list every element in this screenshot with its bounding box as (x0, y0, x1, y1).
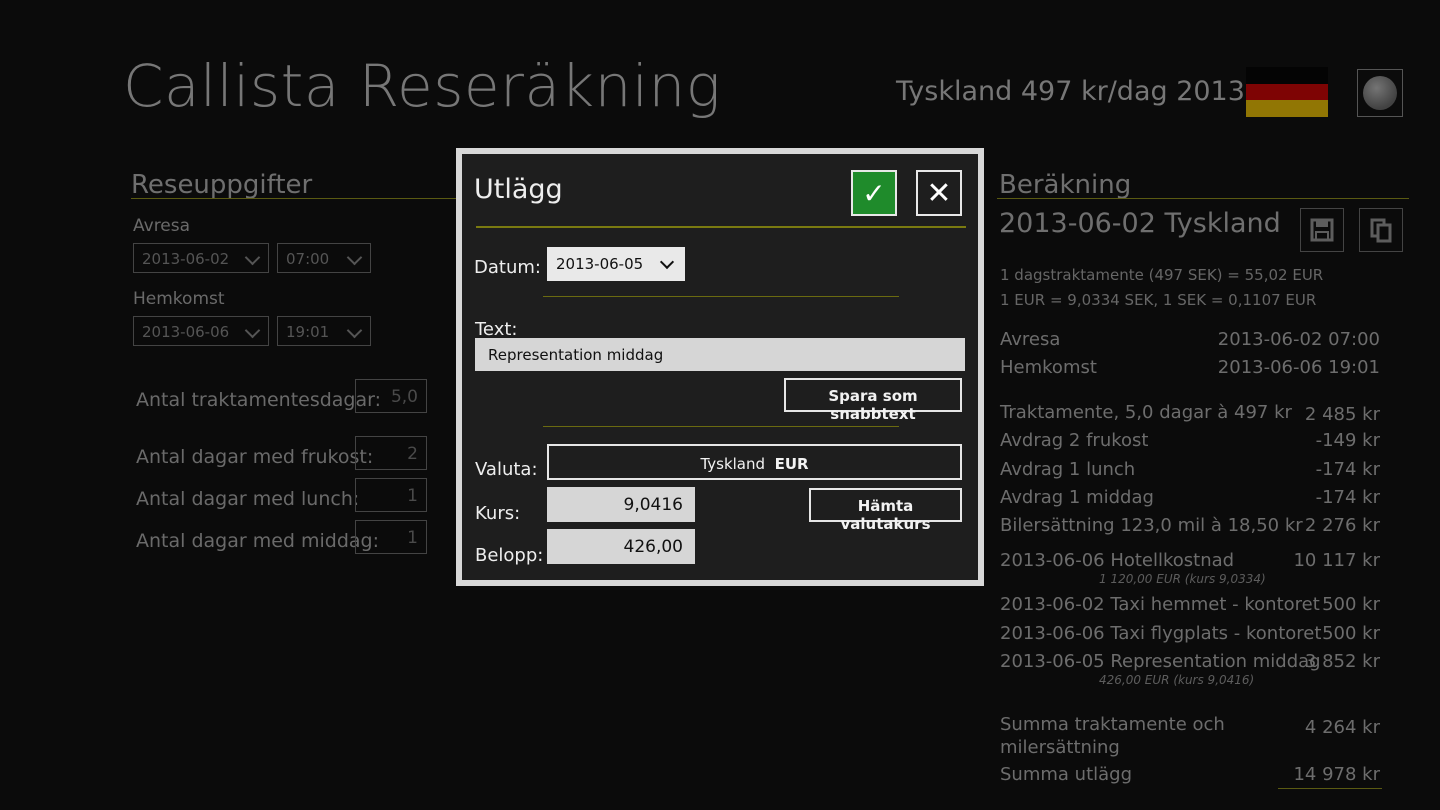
amount-input[interactable]: 426,00 (547, 529, 695, 564)
calc-row-value: -174 kr (1315, 459, 1380, 480)
calc-departure-label: Avresa (1000, 329, 1061, 350)
date-value: 2013-06-05 (556, 255, 644, 273)
copy-button[interactable] (1359, 208, 1403, 252)
expense-value: 10 117 kr (1293, 550, 1380, 571)
sum-allowance-value: 4 264 kr (1304, 717, 1380, 738)
chevron-down-icon (346, 322, 363, 339)
dialog-title: Utlägg (474, 174, 563, 205)
departure-time-value: 07:00 (286, 250, 330, 268)
calc-section-title: Beräkning (999, 170, 1132, 200)
calc-row-label: Avdrag 2 frukost (1000, 430, 1149, 451)
divider (543, 296, 899, 297)
return-date-value: 2013-06-06 (142, 323, 230, 341)
calc-section-rule (997, 198, 1409, 199)
text-label: Text: (475, 319, 518, 340)
sum-allowance-label-1: Summa traktamente och (1000, 714, 1225, 735)
chevron-down-icon (244, 322, 261, 339)
app-title: Callista Reseräkning (123, 52, 722, 120)
divider (543, 426, 899, 427)
departure-date-select[interactable]: 2013-06-02 (133, 243, 269, 273)
calc-return-value: 2013-06-06 19:01 (1217, 357, 1380, 378)
close-button[interactable]: ✕ (916, 170, 962, 216)
rate-input[interactable]: 9,0416 (547, 487, 695, 522)
sum-expenses-label: Summa utlägg (1000, 764, 1133, 785)
breakfast-days-field[interactable]: 2 (355, 436, 427, 470)
currency-select[interactable]: Tyskland EUR (547, 444, 962, 480)
return-date-select[interactable]: 2013-06-06 (133, 316, 269, 346)
sum-allowance-label-2: milersättning (1000, 737, 1120, 758)
checkmark-icon: ✓ (862, 176, 886, 210)
expense-label: 2013-06-06 Hotellkostnad (1000, 550, 1235, 571)
chevron-down-icon (659, 254, 675, 270)
germany-flag (1246, 67, 1328, 118)
sum-expenses-value: 14 978 kr (1293, 764, 1380, 785)
trip-section-rule (131, 198, 461, 199)
currency-label: Valuta: (475, 459, 538, 480)
lunch-days-label: Antal dagar med lunch: (136, 488, 360, 510)
dialog-title-rule (476, 226, 966, 228)
expense-value: 3 852 kr (1304, 651, 1380, 672)
calc-info-rate: 1 EUR = 9,0334 SEK, 1 SEK = 0,1107 EUR (1000, 291, 1317, 309)
calc-info-allowance: 1 dagstraktamente (497 SEK) = 55,02 EUR (1000, 266, 1324, 284)
expense-dialog: Utlägg ✓ ✕ Datum: 2013-06-05 Text: Repre… (456, 148, 984, 586)
lunch-days-field[interactable]: 1 (355, 478, 427, 512)
amount-label: Belopp: (475, 545, 544, 566)
save-snippet-button[interactable]: Spara som snabbtext (784, 378, 962, 423)
fetch-rate-button[interactable]: Hämta valutakurs (809, 488, 962, 533)
calc-row-label: Avdrag 1 lunch (1000, 459, 1136, 480)
departure-date-value: 2013-06-02 (142, 250, 230, 268)
calc-departure-value: 2013-06-02 07:00 (1217, 329, 1380, 350)
departure-label: Avresa (133, 216, 191, 236)
currency-code: EUR (774, 455, 809, 473)
date-select[interactable]: 2013-06-05 (547, 247, 685, 281)
close-icon: ✕ (926, 175, 952, 211)
breakfast-days-label: Antal dagar med frukost: (136, 446, 374, 468)
expense-label: 2013-06-02 Taxi hemmet - kontoret (1000, 594, 1320, 615)
country-rate-info: Tyskland 497 kr/dag 2013 (896, 76, 1245, 107)
dinner-days-label: Antal dagar med middag: (136, 530, 380, 552)
expense-note: 426,00 EUR (kurs 9,0416) (1099, 673, 1255, 687)
calc-row-label: Bilersättning 123,0 mil à 18,50 kr (1000, 515, 1303, 536)
currency-country: Tyskland (700, 455, 766, 473)
expense-note: 1 120,00 EUR (kurs 9,0334) (1099, 572, 1266, 586)
return-label: Hemkomst (133, 289, 225, 309)
save-button[interactable] (1300, 208, 1344, 252)
save-icon (1310, 218, 1334, 242)
allowance-days-field[interactable]: 5,0 (355, 379, 427, 413)
return-time-value: 19:01 (286, 323, 330, 341)
calc-return-label: Hemkomst (1000, 357, 1097, 378)
date-label: Datum: (474, 257, 541, 278)
calc-row-label: Avdrag 1 middag (1000, 487, 1154, 508)
trip-section-title: Reseuppgifter (131, 170, 313, 200)
copy-icon (1370, 218, 1392, 243)
chevron-down-icon (346, 249, 363, 266)
calc-row-value: -149 kr (1315, 430, 1380, 451)
calc-row-value: 2 276 kr (1304, 515, 1380, 536)
departure-time-select[interactable]: 07:00 (277, 243, 371, 273)
allowance-days-label: Antal traktamentesdagar: (136, 389, 382, 411)
return-time-select[interactable]: 19:01 (277, 316, 371, 346)
text-input[interactable]: Representation middag (475, 338, 965, 371)
chevron-down-icon (244, 249, 261, 266)
expense-label: 2013-06-05 Representation middag (1000, 651, 1321, 672)
dinner-days-field[interactable]: 1 (355, 520, 427, 554)
calc-subtitle: 2013-06-02 Tyskland (999, 208, 1281, 239)
calc-row-label: Traktamente, 5,0 dagar à 497 kr (1000, 402, 1292, 423)
calc-row-value: -174 kr (1315, 487, 1380, 508)
wikipedia-icon[interactable] (1357, 69, 1403, 117)
expense-label: 2013-06-06 Taxi flygplats - kontoret (1000, 623, 1322, 644)
expense-value: 500 kr (1322, 594, 1380, 615)
calc-row-value: 2 485 kr (1304, 404, 1380, 425)
expense-value: 500 kr (1322, 623, 1380, 644)
sum-rule (1278, 788, 1382, 789)
rate-label: Kurs: (475, 503, 521, 524)
confirm-button[interactable]: ✓ (851, 170, 897, 216)
